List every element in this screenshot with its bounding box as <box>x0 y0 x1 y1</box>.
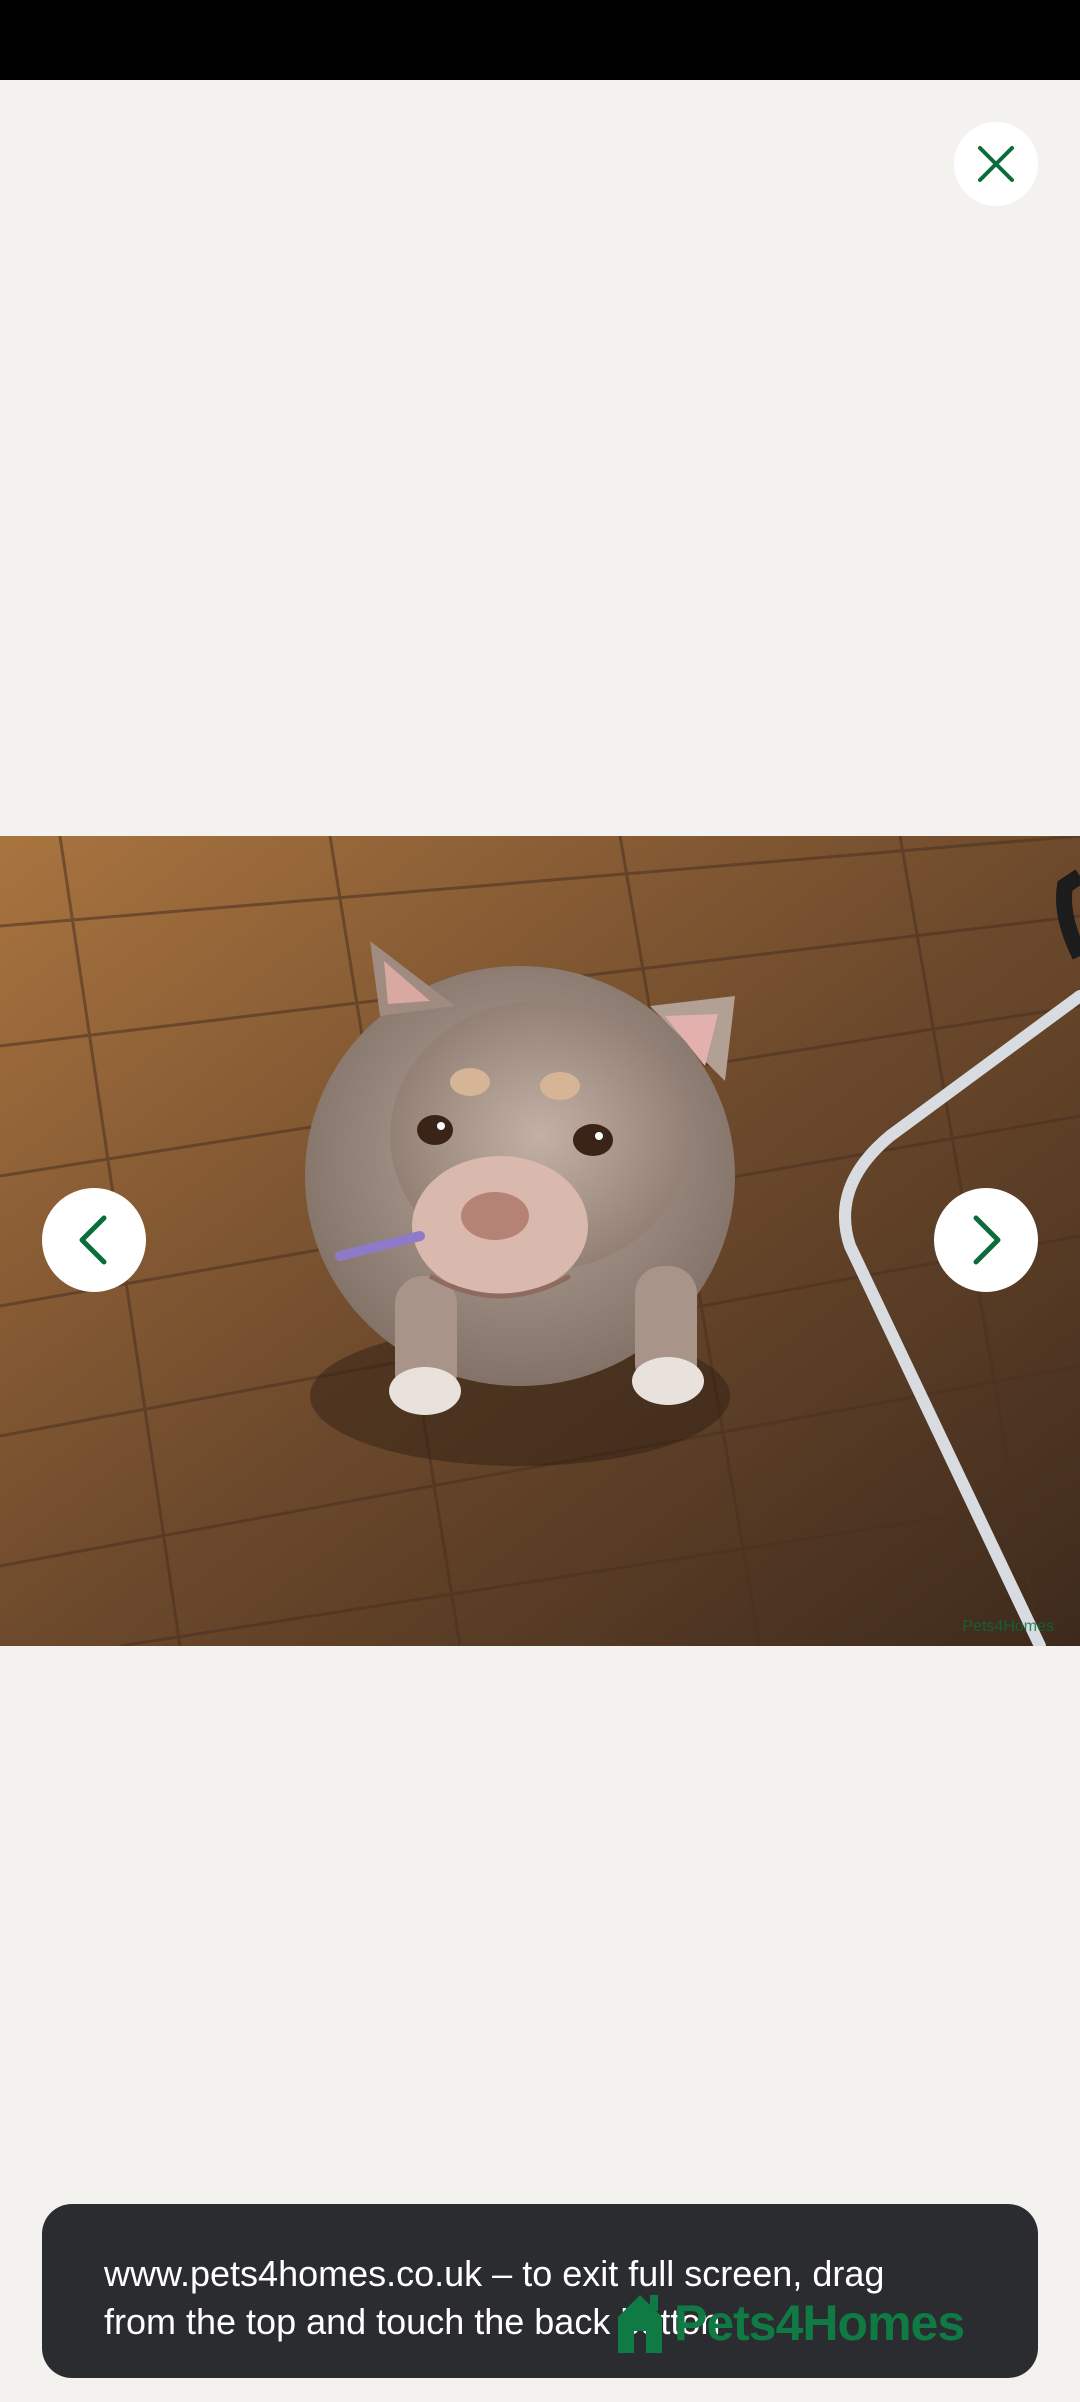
house-icon <box>618 2295 662 2353</box>
previous-image-button[interactable] <box>42 1188 146 1292</box>
watermark-small: Pets4Homes <box>962 1618 1054 1635</box>
next-image-button[interactable] <box>934 1188 1038 1292</box>
dog-photo: Pets4Homes <box>0 836 1080 1646</box>
close-icon <box>978 146 1014 182</box>
chevron-right-icon <box>973 1215 1001 1265</box>
brand-name: Pets4Homes <box>674 2295 965 2351</box>
close-button[interactable] <box>954 122 1038 206</box>
status-bar <box>0 0 1080 80</box>
brand-logo: Pets4Homes <box>614 2288 965 2358</box>
chevron-left-icon <box>79 1215 107 1265</box>
